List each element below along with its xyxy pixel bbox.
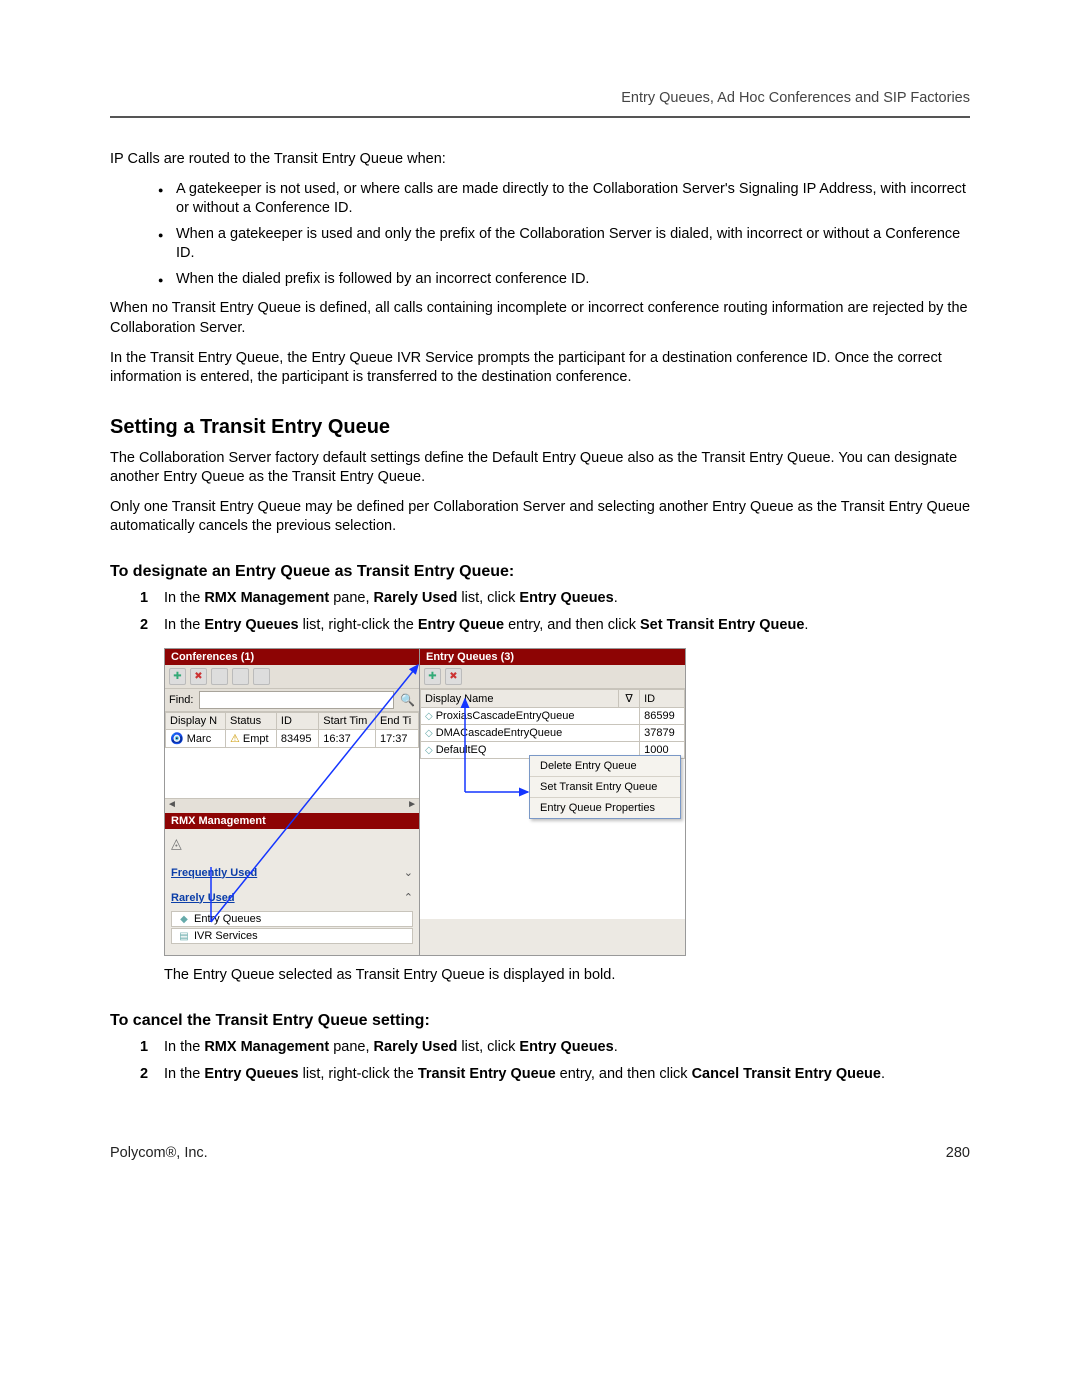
cancel-title: To cancel the Transit Entry Queue settin… (110, 1012, 970, 1030)
entry-queue-icon (425, 744, 436, 756)
col-id[interactable]: ID (640, 690, 685, 708)
mgmt-pane: ◬ Frequently Used ⌄ Rarely Used ⌃ ◆ Entr… (165, 829, 419, 955)
toolbar-icon[interactable] (211, 668, 228, 685)
intro-p2: When no Transit Entry Queue is defined, … (110, 299, 970, 338)
cancel-steps: In the RMX Management pane, Rarely Used … (110, 1038, 970, 1085)
intro-p1: IP Calls are routed to the Transit Entry… (110, 150, 970, 170)
horizontal-scrollbar[interactable]: ◄► (165, 798, 419, 813)
footer-page-number: 280 (946, 1145, 970, 1161)
intro-bullet: When the dialed prefix is followed by an… (158, 270, 970, 290)
section-p2: Only one Transit Entry Queue may be defi… (110, 498, 970, 537)
app-screenshot: Conferences (1) Find: 🔍 (164, 648, 686, 956)
entry-queues-table: Display Name ∇ ID ProxiasCascadeEntryQue… (420, 689, 685, 759)
entry-queue-row[interactable]: DMACascadeEntryQueue 37879 (421, 725, 685, 742)
context-menu: Delete Entry Queue Set Transit Entry Que… (529, 755, 681, 819)
warning-icon: ⚠ (230, 733, 240, 745)
designate-step-1: In the RMX Management pane, Rarely Used … (140, 589, 970, 609)
add-icon[interactable] (424, 668, 441, 685)
section-p1: The Collaboration Server factory default… (110, 449, 970, 488)
designate-after: The Entry Queue selected as Transit Entr… (164, 966, 970, 986)
ivr-icon: ▤ (178, 931, 190, 942)
toolbar-icon[interactable] (253, 668, 270, 685)
mgmt-title-bar: RMX Management (165, 813, 419, 829)
entry-queues-title-bar: Entry Queues (3) (420, 649, 685, 665)
find-row: Find: 🔍 (165, 689, 419, 712)
conferences-title-bar: Conferences (1) (165, 649, 419, 665)
intro-bullets: A gatekeeper is not used, or where calls… (110, 180, 970, 290)
footer-company: Polycom®, Inc. (110, 1145, 208, 1161)
designate-step-2: In the Entry Queues list, right-click th… (140, 616, 970, 636)
running-header: Entry Queues, Ad Hoc Conferences and SIP… (110, 90, 970, 106)
conference-row[interactable]: 🧿 Marc ⚠ Empt 83495 16:37 17:37 (166, 730, 419, 748)
col-id[interactable]: ID (276, 713, 318, 730)
col-end-time[interactable]: End Ti (375, 713, 418, 730)
tree-item-ivr-services[interactable]: ▤ IVR Services (171, 928, 413, 944)
entry-queues-toolbar (420, 665, 685, 689)
entry-queue-icon (425, 727, 436, 739)
add-icon[interactable] (169, 668, 186, 685)
header-rule (110, 116, 970, 118)
intro-bullet: A gatekeeper is not used, or where calls… (158, 180, 970, 219)
chevron-down-icon: ⌄ (404, 866, 413, 879)
mgmt-view-icon[interactable]: ◬ (171, 833, 413, 860)
intro-p3: In the Transit Entry Queue, the Entry Qu… (110, 349, 970, 388)
col-display-name[interactable]: Display Name (421, 690, 619, 708)
find-label: Find: (169, 694, 193, 706)
delete-icon[interactable] (190, 668, 207, 685)
col-display-name[interactable]: Display N (166, 713, 226, 730)
menu-item-entry-queue-properties[interactable]: Entry Queue Properties (530, 798, 680, 818)
search-icon[interactable]: 🔍 (400, 693, 415, 707)
conferences-toolbar (165, 665, 419, 689)
section-title: Setting a Transit Entry Queue (110, 416, 970, 439)
frequently-used-section[interactable]: Frequently Used ⌄ (171, 860, 413, 885)
col-start-time[interactable]: Start Tim (319, 713, 376, 730)
entry-queue-icon: ◆ (178, 914, 190, 925)
delete-icon[interactable] (445, 668, 462, 685)
col-status[interactable]: Status (225, 713, 276, 730)
tree-item-entry-queues[interactable]: ◆ Entry Queues (171, 911, 413, 927)
find-input[interactable] (199, 691, 394, 709)
entry-queue-row[interactable]: ProxiasCascadeEntryQueue 86599 (421, 708, 685, 725)
toolbar-icon[interactable] (232, 668, 249, 685)
entry-queue-icon (425, 710, 436, 722)
chevron-up-icon: ⌃ (404, 891, 413, 904)
menu-item-set-transit-entry-queue[interactable]: Set Transit Entry Queue (530, 777, 680, 798)
cancel-step-1: In the RMX Management pane, Rarely Used … (140, 1038, 970, 1058)
conferences-table: Display N Status ID Start Tim End Ti 🧿 M… (165, 712, 419, 748)
designate-steps: In the RMX Management pane, Rarely Used … (110, 589, 970, 636)
intro-bullet: When a gatekeeper is used and only the p… (158, 225, 970, 264)
cancel-step-2: In the Entry Queues list, right-click th… (140, 1065, 970, 1085)
menu-item-delete-entry-queue[interactable]: Delete Entry Queue (530, 756, 680, 777)
rarely-used-section[interactable]: Rarely Used ⌃ (171, 885, 413, 910)
col-sort[interactable]: ∇ (619, 690, 640, 708)
conferences-pane: Conferences (1) Find: 🔍 (165, 649, 420, 955)
designate-title: To designate an Entry Queue as Transit E… (110, 563, 970, 581)
conference-icon: 🧿 (170, 733, 184, 745)
